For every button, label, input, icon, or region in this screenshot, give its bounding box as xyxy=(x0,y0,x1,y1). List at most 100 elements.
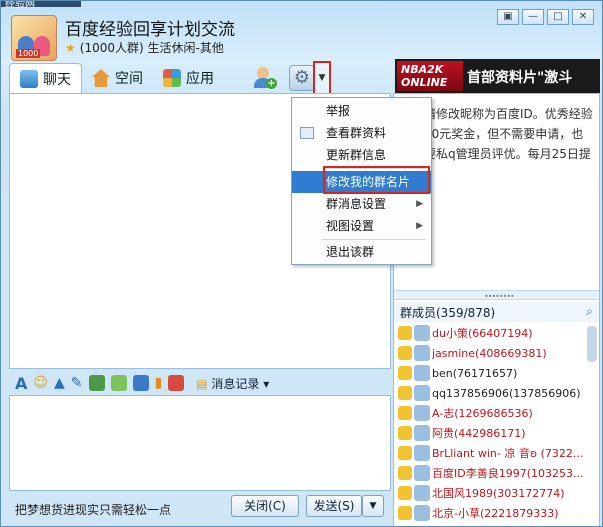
screenshot-icon[interactable] xyxy=(132,375,149,391)
avatar xyxy=(414,345,430,361)
logo-line-2: ONLINE xyxy=(401,76,448,89)
list-item[interactable]: 阿贵(442986171) xyxy=(394,423,584,443)
magic-hat-icon[interactable]: ▲ xyxy=(54,375,65,391)
top-strip-text: 经验网 xyxy=(5,0,35,10)
list-item[interactable]: 北京-小草(2221879333) xyxy=(394,503,584,523)
splitter-grip: •••••••• xyxy=(484,292,515,301)
group-avatar[interactable]: 1000 xyxy=(11,15,57,61)
settings-gear-button[interactable]: ⚙ xyxy=(289,65,315,91)
plus-icon: + xyxy=(266,78,277,89)
top-strip: 经验网 xyxy=(1,0,81,10)
member-name: jasmine(408669381) xyxy=(432,346,547,360)
level-icon xyxy=(398,346,412,360)
menu-item-message-settings[interactable]: 群消息设置 ▶ xyxy=(292,193,431,215)
star-icon: ★ xyxy=(65,41,76,55)
menu-item-label: 举报 xyxy=(326,104,351,118)
chart-icon[interactable]: ▮ xyxy=(155,375,163,391)
search-icon[interactable]: ⌕ xyxy=(586,304,593,319)
member-name: 北国风1989(303172774) xyxy=(432,487,565,500)
member-list-scrollbar[interactable] xyxy=(587,326,597,362)
menu-item-label: 更新群信息 xyxy=(326,148,387,162)
group-subtitle: ★ (1000人群) 生活休闲-其他 xyxy=(65,39,224,56)
close-window-button[interactable]: ✕ xyxy=(572,9,594,25)
menu-item-label: 视图设置 xyxy=(326,219,375,233)
tab-space[interactable]: 空间 xyxy=(82,63,153,93)
member-name: qq137856906(137856906) xyxy=(432,386,581,400)
list-item[interactable]: jasmine(408669381) xyxy=(394,343,584,363)
list-item[interactable]: ben(76171657) xyxy=(394,363,584,383)
menu-item-view-group-info[interactable]: 查看群资料 xyxy=(292,122,431,144)
tab-apps-label: 应用 xyxy=(186,71,214,87)
level-icon xyxy=(398,466,412,480)
menu-item-report[interactable]: 举报 xyxy=(292,100,431,122)
send-options-button[interactable]: ▼ xyxy=(362,495,384,517)
menu-divider xyxy=(322,239,426,240)
image-icon[interactable] xyxy=(88,375,105,391)
shake-icon[interactable] xyxy=(168,375,185,391)
level-icon xyxy=(398,486,412,500)
nba2k-logo: NBA2K ONLINE xyxy=(397,61,463,91)
level-icon xyxy=(398,446,412,460)
settings-dropdown-button[interactable]: ▼ xyxy=(313,61,331,95)
annotation-highlight-box xyxy=(323,166,430,194)
member-name: du小策(66407194) xyxy=(432,327,533,340)
level-icon xyxy=(398,386,412,400)
tab-chat[interactable]: 聊天 xyxy=(9,63,82,93)
avatar xyxy=(414,365,430,381)
level-icon xyxy=(398,506,412,520)
history-icon: ▤ xyxy=(196,376,208,391)
avatar xyxy=(414,405,430,421)
group-subtitle-text: (1000人群) 生活休闲-其他 xyxy=(79,41,224,55)
member-list-header: 群成员(359/878) ⌕ xyxy=(394,302,599,322)
level-icon xyxy=(398,426,412,440)
skin-button[interactable]: ▣ xyxy=(497,9,519,25)
invite-member-button[interactable]: + xyxy=(253,67,277,89)
send-button[interactable]: 发送(S) xyxy=(306,495,362,517)
group-title: 百度经验回享计划交流 xyxy=(65,20,235,40)
level-icon xyxy=(398,326,412,340)
edit-icon[interactable]: ✎ xyxy=(71,375,83,391)
maximize-button[interactable]: □ xyxy=(547,9,569,25)
list-item[interactable]: 北国风1989(303172774) xyxy=(394,483,584,503)
chevron-right-icon: ▶ xyxy=(416,221,423,231)
message-history-button[interactable]: ▤ 消息记录 ▾ xyxy=(196,375,269,392)
emoji-icon[interactable]: ☺ xyxy=(33,375,48,391)
menu-item-label: 群消息设置 xyxy=(326,197,387,211)
minimize-button[interactable]: — xyxy=(522,9,544,25)
member-name: 百度ID李善良1997(103253... xyxy=(432,467,584,480)
list-item[interactable]: BrLliant win- 凉 音ʚ (7322... xyxy=(394,443,584,463)
menu-item-label: 退出该群 xyxy=(326,245,375,259)
history-label: 消息记录 xyxy=(211,376,260,391)
menu-item-view-settings[interactable]: 视图设置 ▶ xyxy=(292,215,431,237)
menu-item-update-group-info[interactable]: 更新群信息 xyxy=(292,144,431,166)
chevron-right-icon: ▶ xyxy=(416,199,423,209)
close-button[interactable]: 关闭(C) xyxy=(231,495,299,517)
avatar xyxy=(414,485,430,501)
member-name: ben(76171657) xyxy=(432,366,518,380)
menu-item-quit-group[interactable]: 退出该群 xyxy=(292,241,431,263)
pane-splitter[interactable]: •••••••• xyxy=(394,290,599,301)
list-item[interactable]: A-志(1269686536) xyxy=(394,403,584,423)
tab-apps[interactable]: 应用 xyxy=(153,63,224,93)
avatar xyxy=(414,325,430,341)
level-icon xyxy=(398,366,412,380)
home-icon xyxy=(92,69,110,87)
list-item[interactable]: du小策(66407194) xyxy=(394,323,584,343)
tab-space-label: 空间 xyxy=(115,71,143,87)
music-icon[interactable] xyxy=(110,375,127,391)
qq-group-chat-window: 经验网 1000 百度经验回享计划交流 ★ (1000人群) 生活休闲-其他 ▣ … xyxy=(0,0,603,527)
tab-chat-label: 聊天 xyxy=(43,71,71,88)
list-item[interactable]: qq137856906(137856906) xyxy=(394,383,584,403)
avatar xyxy=(414,445,430,461)
logo-line-1: NBA2K xyxy=(401,63,444,76)
avatar-tag: 1000 xyxy=(16,49,41,58)
font-icon[interactable]: A xyxy=(15,374,27,393)
list-item[interactable]: 百度ID李善良1997(103253... xyxy=(394,463,584,483)
member-name: A-志(1269686536) xyxy=(432,407,533,420)
chat-icon xyxy=(20,69,38,88)
message-input[interactable] xyxy=(9,395,391,491)
apps-icon xyxy=(163,69,181,87)
footer-slogan[interactable]: 把梦想货进现实只需轻松一点 xyxy=(15,501,171,518)
ad-banner[interactable]: NBA2K ONLINE 首部资料片"激斗 xyxy=(395,59,600,93)
chevron-down-icon: ▼ xyxy=(318,73,326,83)
